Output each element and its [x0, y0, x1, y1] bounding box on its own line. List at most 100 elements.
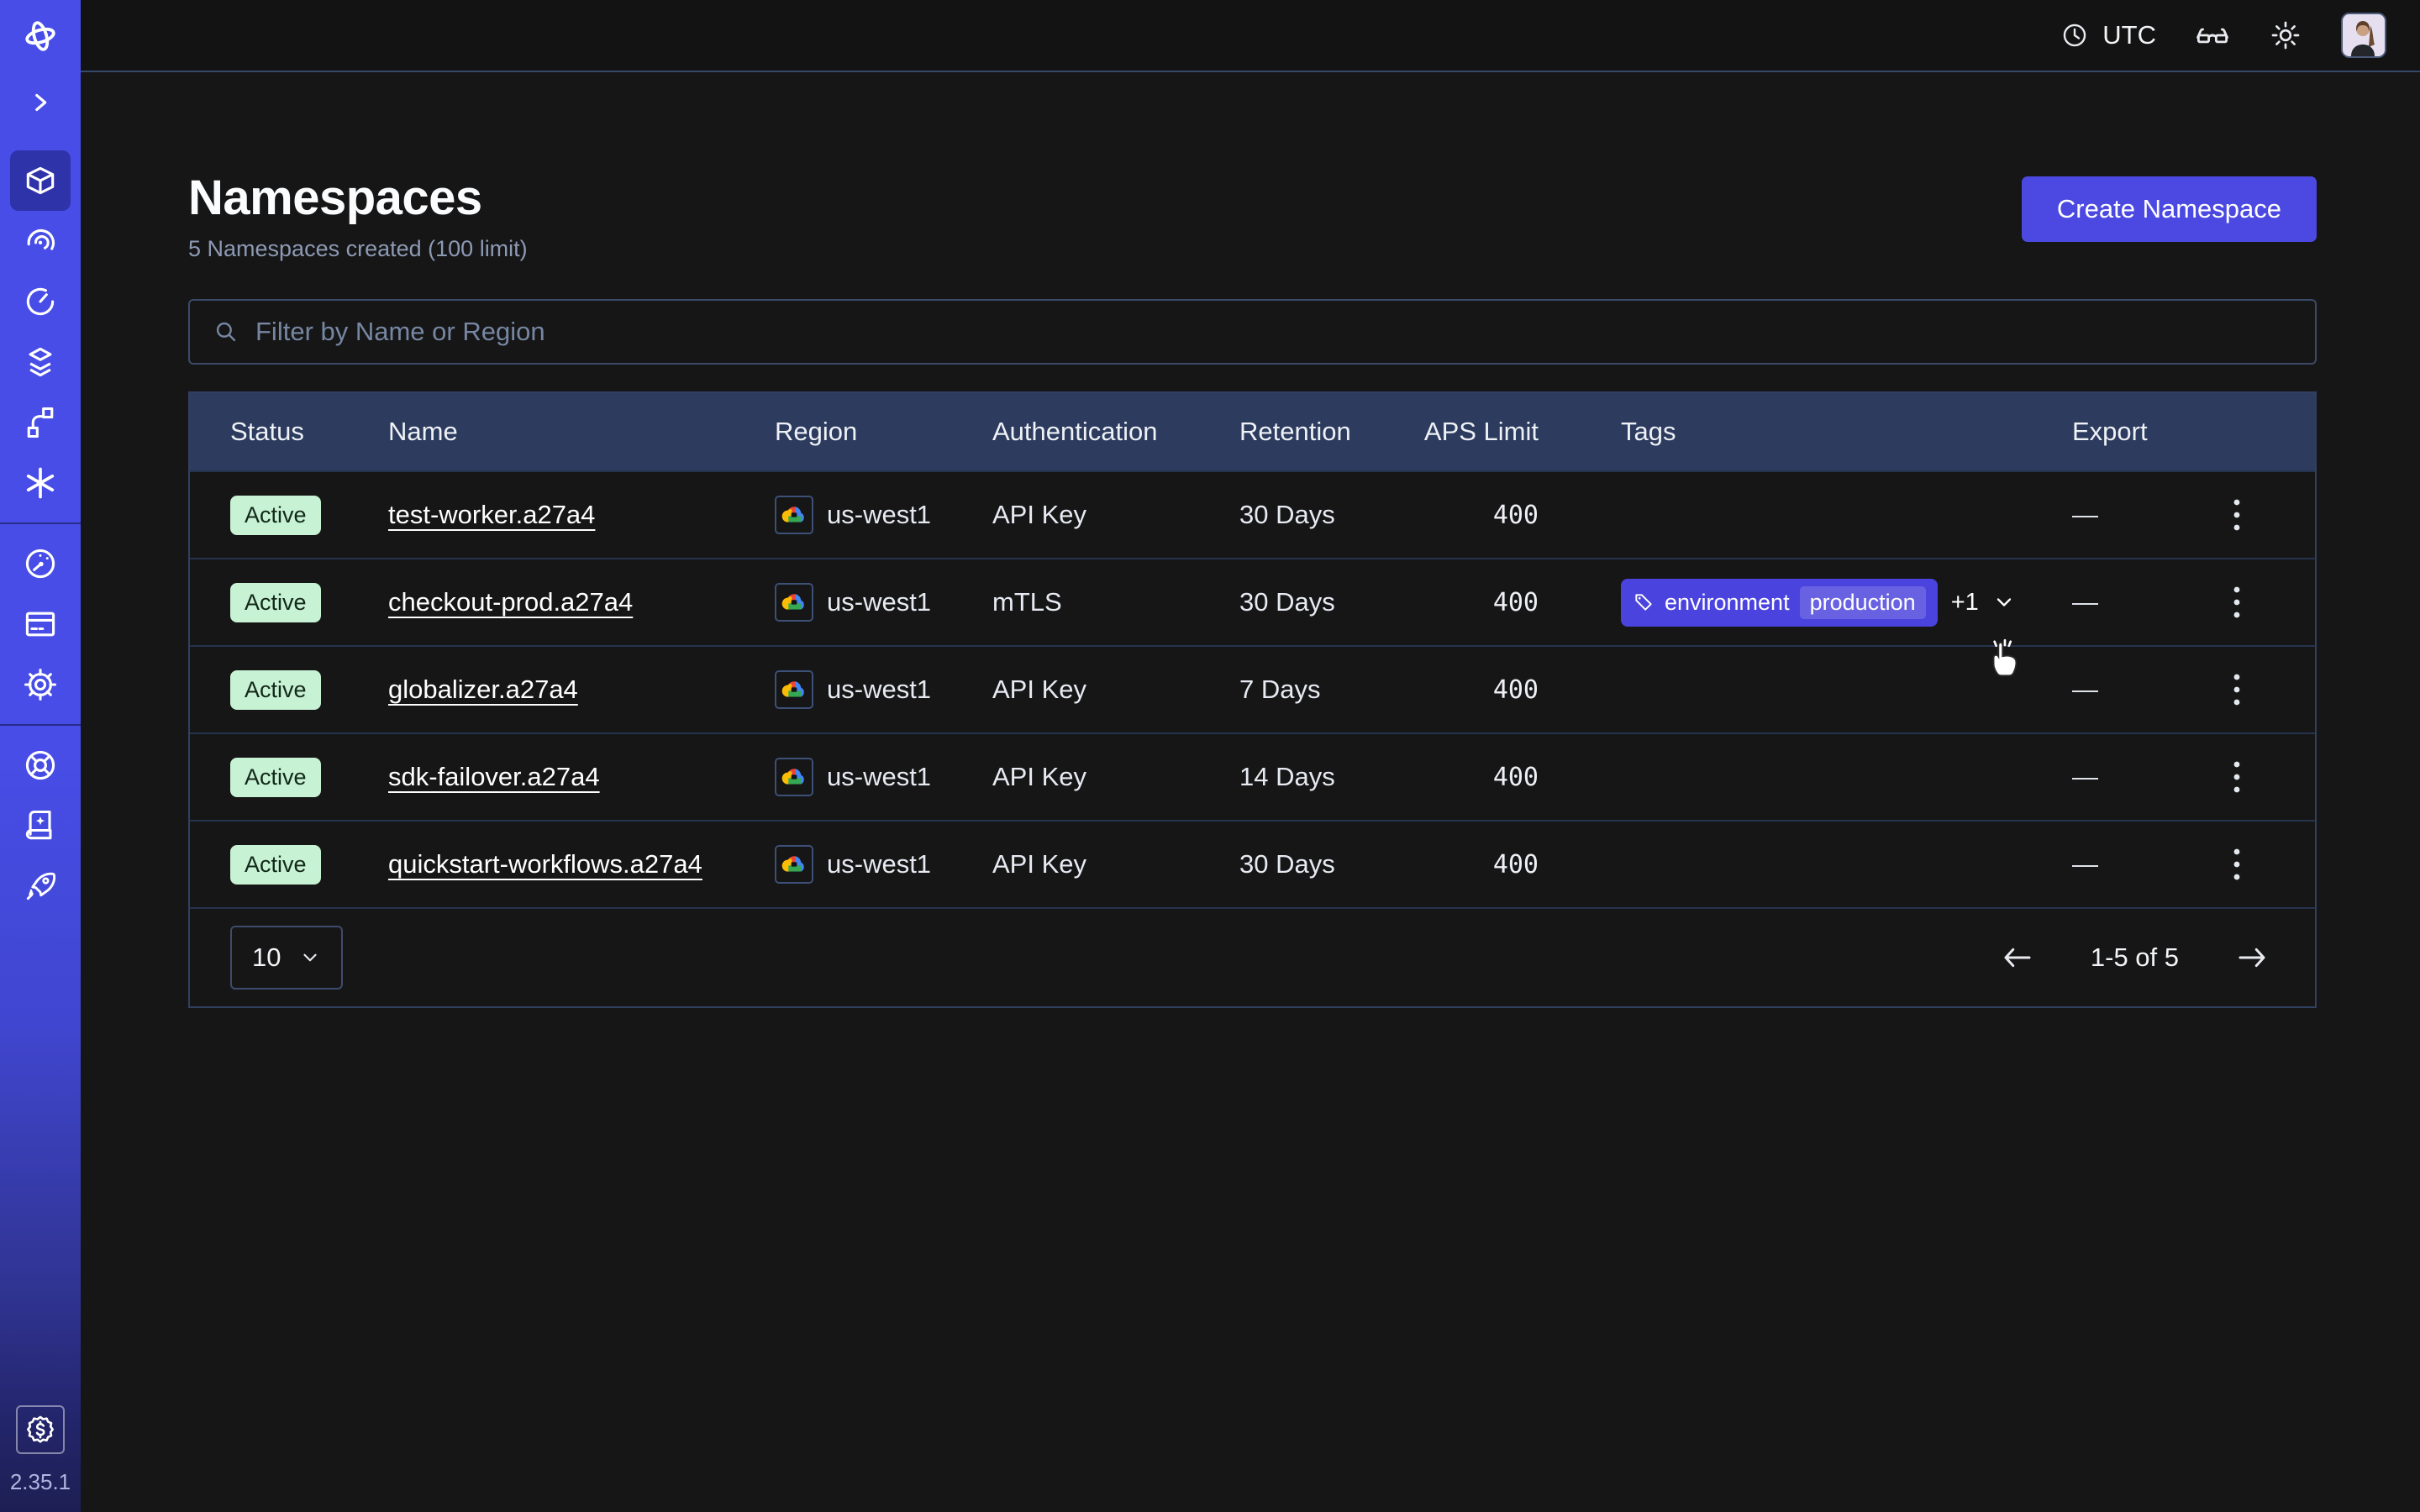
sidebar-divider — [0, 724, 81, 726]
sidebar-item-schedules[interactable] — [10, 271, 71, 332]
page-title: Namespaces — [188, 170, 528, 226]
page-size-select[interactable]: 10 — [230, 926, 343, 990]
tags-expand-button[interactable] — [1992, 591, 2016, 614]
arrow-left-icon — [2000, 940, 2035, 975]
page-subtitle: 5 Namespaces created (100 limit) — [188, 236, 528, 262]
sidebar-item-nexus[interactable] — [10, 453, 71, 513]
authentication-cell: API Key — [992, 675, 1239, 705]
column-header-retention: Retention — [1239, 417, 1391, 447]
status-badge: Active — [230, 583, 321, 622]
region-label: us-west1 — [827, 762, 931, 792]
temporal-logo[interactable] — [0, 0, 81, 72]
chevron-down-icon — [299, 947, 321, 969]
billing-card-icon — [22, 606, 59, 643]
table-footer: 10 1-5 of 5 — [190, 907, 2315, 1006]
region-label: us-west1 — [827, 675, 931, 705]
timezone-label: UTC — [2102, 20, 2156, 50]
sidebar-item-getting-started[interactable] — [10, 856, 71, 916]
status-badge: Active — [230, 670, 321, 710]
row-actions-menu-button[interactable] — [2223, 488, 2250, 542]
column-header-authentication: Authentication — [992, 417, 1239, 447]
light-theme-icon — [2269, 18, 2302, 52]
name-cell: quickstart-workflows.a27a4 — [388, 849, 775, 879]
tag-icon — [1633, 591, 1655, 613]
row-actions-menu-button[interactable] — [2223, 837, 2250, 891]
filter-bar — [188, 299, 2317, 365]
status-badge: Active — [230, 496, 321, 535]
timezone-selector[interactable]: UTC — [2060, 20, 2156, 50]
filter-input[interactable] — [255, 317, 2293, 347]
kebab-menu-icon — [2232, 759, 2242, 795]
namespace-link[interactable]: checkout-prod.a27a4 — [388, 587, 633, 617]
column-header-tags: Tags — [1539, 417, 2072, 447]
chevron-down-icon — [1992, 591, 2016, 614]
name-cell: sdk-failover.a27a4 — [388, 762, 775, 792]
aps-limit-cell: 400 — [1391, 850, 1539, 879]
export-cell: — — [2072, 849, 2198, 879]
sidebar-item-docs[interactable] — [10, 795, 71, 856]
status-cell: Active — [230, 583, 388, 622]
authentication-cell: API Key — [992, 500, 1239, 530]
namespace-link[interactable]: globalizer.a27a4 — [388, 675, 578, 704]
namespace-link[interactable]: test-worker.a27a4 — [388, 500, 595, 529]
gcp-cloud-icon — [781, 851, 808, 878]
sidebar-item-namespaces[interactable] — [10, 150, 71, 211]
workflows-orbit-icon — [22, 223, 59, 260]
export-cell: — — [2072, 762, 2198, 792]
sidebar-item-support[interactable] — [10, 735, 71, 795]
status-cell: Active — [230, 670, 388, 710]
table-row: Activecheckout-prod.a27a4us-west1mTLS30 … — [190, 558, 2315, 645]
namespace-link[interactable]: quickstart-workflows.a27a4 — [388, 849, 702, 879]
row-actions-menu-button[interactable] — [2223, 750, 2250, 804]
region-label: us-west1 — [827, 587, 931, 617]
kebab-menu-icon — [2232, 846, 2242, 883]
sidebar-divider — [0, 522, 81, 524]
previous-page-button[interactable] — [1995, 935, 2040, 980]
main-panel: Namespaces 5 Namespaces created (100 lim… — [81, 72, 2420, 1512]
sidebar-expand-button[interactable] — [0, 72, 81, 133]
sidebar-item-deployments[interactable] — [10, 332, 71, 392]
gcp-cloud-icon — [781, 764, 808, 790]
content-column: UTC — [81, 0, 2420, 1512]
retention-cell: 30 Days — [1239, 849, 1391, 879]
retention-cell: 14 Days — [1239, 762, 1391, 792]
sidebar-item-settings[interactable] — [10, 654, 71, 715]
namespace-link[interactable]: sdk-failover.a27a4 — [388, 762, 600, 791]
kebab-menu-icon — [2232, 496, 2242, 533]
region-cell: us-west1 — [775, 583, 992, 622]
aps-limit-cell: 400 — [1391, 763, 1539, 792]
status-cell: Active — [230, 758, 388, 797]
row-actions-menu-button[interactable] — [2223, 575, 2250, 629]
sidebar-item-usage[interactable] — [10, 533, 71, 594]
region-cell: us-west1 — [775, 845, 992, 884]
user-avatar[interactable] — [2341, 13, 2386, 58]
docs-book-icon — [22, 807, 59, 844]
tags-group: environmentproduction+1 — [1621, 579, 2072, 627]
name-cell: test-worker.a27a4 — [388, 500, 775, 530]
page-size-value: 10 — [252, 942, 281, 973]
authentication-cell: API Key — [992, 849, 1239, 879]
export-cell: — — [2072, 587, 2198, 617]
row-actions-menu-button[interactable] — [2223, 663, 2250, 717]
retention-cell: 7 Days — [1239, 675, 1391, 705]
theme-toggle-button[interactable] — [2269, 18, 2302, 52]
region-label: us-west1 — [827, 849, 931, 879]
sidebar-item-batch-operations[interactable] — [10, 392, 71, 453]
reader-mode-button[interactable] — [2195, 18, 2230, 53]
create-namespace-button[interactable]: Create Namespace — [2022, 176, 2317, 242]
page-header: Namespaces 5 Namespaces created (100 lim… — [188, 170, 2317, 262]
next-page-button[interactable] — [2229, 935, 2275, 980]
name-cell: globalizer.a27a4 — [388, 675, 775, 705]
column-header-status: Status — [230, 417, 388, 447]
reader-mode-icon — [2195, 18, 2230, 53]
retention-cell: 30 Days — [1239, 587, 1391, 617]
name-cell: checkout-prod.a27a4 — [388, 587, 775, 617]
region-label: us-west1 — [827, 500, 931, 530]
table-row: Active globalizer.a27a4 us-west1 API Key7 D… — [190, 645, 2315, 732]
sidebar-item-workflows[interactable] — [10, 211, 71, 271]
sidebar-item-billing[interactable] — [10, 594, 71, 654]
search-icon — [212, 318, 240, 346]
tag-chip[interactable]: environmentproduction — [1621, 579, 1938, 627]
pricing-badge-button[interactable] — [16, 1405, 65, 1454]
usage-gauge-icon — [22, 545, 59, 582]
